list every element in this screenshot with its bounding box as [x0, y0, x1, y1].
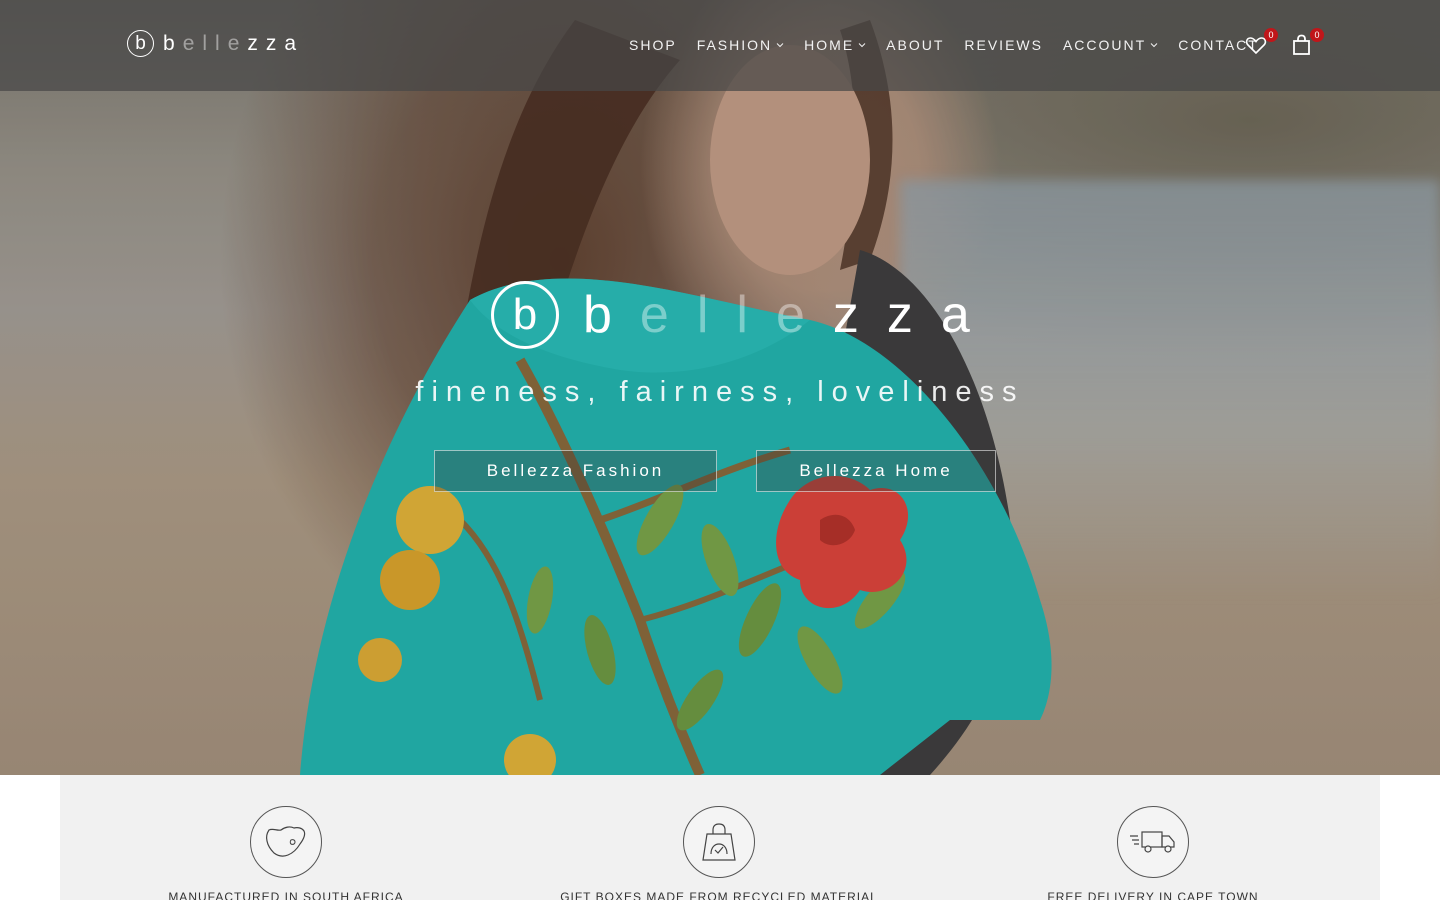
- nav-item-shop[interactable]: SHOP: [629, 37, 677, 53]
- brand-logo[interactable]: b bellezza: [127, 30, 304, 57]
- wordmark-part-2: elle: [182, 31, 248, 55]
- nav-item-reviews[interactable]: REVIEWS: [964, 37, 1043, 53]
- brand-wordmark: bellezza: [163, 32, 304, 56]
- recycled-gift-bag-icon: [702, 823, 736, 861]
- home-cta-button[interactable]: Bellezza Home: [756, 450, 996, 492]
- nav-item-home[interactable]: HOME: [804, 37, 866, 53]
- feature-label: FREE DELIVERY IN CAPE TOWN: [1047, 890, 1259, 900]
- hero-logo-mark: b: [491, 281, 559, 349]
- feature-item: MANUFACTURED IN SOUTH AFRICA: [96, 806, 476, 900]
- fashion-cta-button[interactable]: Bellezza Fashion: [434, 450, 717, 492]
- wordmark-part-1: b: [163, 31, 183, 55]
- hero-wordmark: bellezza: [583, 285, 998, 345]
- main-menu: SHOP FASHION HOME ABOUT REVIEWS ACCOUNT …: [629, 36, 1279, 54]
- nav-item-fashion[interactable]: FASHION: [697, 37, 784, 53]
- nav-item-label: ABOUT: [886, 37, 945, 53]
- feature-icon-circle: [683, 806, 755, 878]
- cta-label: Bellezza Fashion: [486, 461, 665, 480]
- south-africa-map-icon: [266, 826, 306, 857]
- wordmark-part-3: zza: [247, 31, 305, 55]
- wishlist-count-badge: 0: [1264, 28, 1278, 42]
- feature-icon-circle: [250, 806, 322, 878]
- nav-item-account[interactable]: ACCOUNT: [1063, 37, 1158, 53]
- feature-item: GIFT BOXES MADE FROM RECYCLED MATERIAL: [529, 806, 909, 900]
- wordmark-part-3: zza: [832, 286, 998, 344]
- nav-item-label: SHOP: [629, 37, 677, 53]
- brand-logo-mark: b: [127, 30, 154, 57]
- feature-label: MANUFACTURED IN SOUTH AFRICA: [168, 890, 404, 900]
- wishlist-button[interactable]: 0: [1244, 28, 1278, 57]
- features-strip: MANUFACTURED IN SOUTH AFRICA GIFT BOXES …: [60, 775, 1380, 900]
- cta-label: Bellezza Home: [799, 461, 953, 480]
- nav-item-label: FASHION: [696, 37, 773, 53]
- chevron-down-icon: [858, 43, 866, 48]
- hero-logo: b bellezza: [491, 281, 998, 349]
- feature-icon-circle: [1117, 806, 1189, 878]
- wordmark-part-1: b: [583, 286, 640, 344]
- nav-item-label: REVIEWS: [964, 37, 1043, 53]
- top-navbar: b bellezza SHOP FASHION HOME ABOUT REVIE…: [0, 0, 1440, 91]
- feature-label: GIFT BOXES MADE FROM RECYCLED MATERIAL: [560, 890, 878, 900]
- nav-item-label: ACCOUNT: [1062, 37, 1147, 53]
- wordmark-part-2: elle: [639, 286, 833, 344]
- chevron-down-icon: [1150, 43, 1158, 48]
- delivery-truck-icon: [1130, 831, 1175, 853]
- nav-item-about[interactable]: ABOUT: [886, 37, 944, 53]
- chevron-down-icon: [776, 43, 784, 48]
- cart-button[interactable]: 0: [1290, 28, 1324, 57]
- feature-item: FREE DELIVERY IN CAPE TOWN: [963, 806, 1343, 900]
- hero-tagline: fineness, fairness, loveliness: [415, 376, 1025, 408]
- cart-count-badge: 0: [1310, 28, 1324, 42]
- nav-item-label: HOME: [804, 37, 855, 53]
